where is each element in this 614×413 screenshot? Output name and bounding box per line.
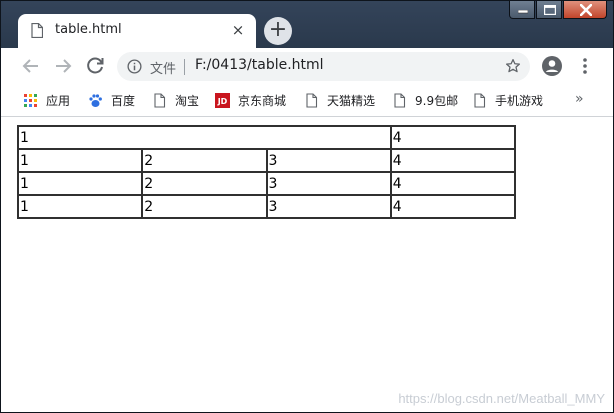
bookmark-tmall[interactable]: 天猫精选 <box>304 91 375 109</box>
bookmark-label: 9.9包邮 <box>415 93 459 108</box>
close-icon <box>580 4 592 16</box>
tab-active[interactable]: table.html × <box>18 14 256 48</box>
bookmark-label: 京东商城 <box>238 93 287 108</box>
table-cell: 1 <box>18 172 143 195</box>
window-controls <box>508 1 607 21</box>
bookmark-apps[interactable]: 应用 <box>23 91 70 109</box>
title-bar: table.html × + <box>1 1 613 48</box>
bookmark-label: 天猫精选 <box>327 93 376 108</box>
table-row: 1 2 3 4 <box>18 149 515 172</box>
bookmarks-bar: 应用 百度 淘宝 JD 京东商城 天猫精选 9.9包邮 手机游戏 » <box>1 85 613 117</box>
table-cell: 4 <box>390 149 515 172</box>
minimize-button[interactable] <box>509 1 535 19</box>
url-text[interactable]: F:/0413/table.html <box>195 57 324 73</box>
forward-arrow-icon[interactable] <box>51 54 75 78</box>
bookmark-baidu[interactable]: 百度 <box>88 91 135 109</box>
close-window-button[interactable] <box>563 1 607 19</box>
table-cell: 1 <box>18 195 143 218</box>
tab-close-icon[interactable]: × <box>229 21 247 39</box>
bookmark-99-baoyou[interactable]: 9.9包邮 <box>392 91 458 109</box>
table-cell: 4 <box>390 172 515 195</box>
minimize-icon <box>518 10 528 14</box>
bookmark-jd[interactable]: JD 京东商城 <box>215 91 286 109</box>
bookmark-label: 应用 <box>46 93 71 108</box>
more-menu-icon[interactable] <box>577 56 593 76</box>
table-cell: 3 <box>266 149 391 172</box>
bookmark-taobao[interactable]: 淘宝 <box>152 91 199 109</box>
info-icon[interactable] <box>127 59 142 74</box>
back-arrow-icon[interactable] <box>19 54 43 78</box>
page-icon <box>306 92 318 108</box>
page-icon <box>154 92 166 108</box>
table-cell: 4 <box>390 195 515 218</box>
table-cell: 3 <box>266 195 391 218</box>
bookmark-label: 百度 <box>111 93 136 108</box>
maximize-button[interactable] <box>536 1 562 19</box>
address-separator <box>184 59 185 75</box>
bookmarks-overflow-icon[interactable]: » <box>575 91 584 107</box>
table-row: 1 2 3 4 <box>18 195 515 218</box>
bookmark-label: 手机游戏 <box>495 93 544 108</box>
page-icon <box>394 92 406 108</box>
table-row: 1 2 3 4 <box>18 172 515 195</box>
bookmark-star-icon[interactable] <box>504 57 522 75</box>
tab-title: table.html <box>55 22 122 37</box>
new-tab-button[interactable]: + <box>264 17 292 45</box>
account-avatar-icon[interactable] <box>541 55 563 77</box>
browser-window: table.html × + 文件 F:/0413/table.html 应用 … <box>0 0 614 413</box>
table-row: 1 4 <box>18 126 515 149</box>
toolbar: 文件 F:/0413/table.html <box>1 48 613 85</box>
watermark: https://blog.csdn.net/Meatball_MMY <box>398 391 605 406</box>
file-scheme-label: 文件 <box>150 62 177 77</box>
table-cell: 1 <box>18 126 391 149</box>
apps-grid-icon <box>24 93 37 107</box>
jd-logo-icon: JD <box>215 92 230 108</box>
maximize-icon <box>544 5 556 15</box>
demo-table: 1 4 1 2 3 4 1 2 3 4 1 2 3 4 <box>17 125 516 219</box>
bookmark-label: 淘宝 <box>175 93 200 108</box>
reload-icon[interactable] <box>83 54 107 78</box>
document-icon <box>31 23 43 38</box>
address-bar[interactable]: 文件 F:/0413/table.html <box>117 52 530 81</box>
page-content: 1 4 1 2 3 4 1 2 3 4 1 2 3 4 https://blog… <box>1 117 613 412</box>
table-cell: 2 <box>142 172 267 195</box>
table-cell: 4 <box>390 126 515 149</box>
table-cell: 1 <box>18 149 143 172</box>
baidu-paw-icon <box>89 93 102 107</box>
jd-logo-text: JD <box>217 97 228 106</box>
page-icon <box>474 92 486 108</box>
table-cell: 2 <box>142 149 267 172</box>
table-cell: 2 <box>142 195 267 218</box>
table-cell: 3 <box>266 172 391 195</box>
bookmark-mobile-games[interactable]: 手机游戏 <box>472 91 543 109</box>
